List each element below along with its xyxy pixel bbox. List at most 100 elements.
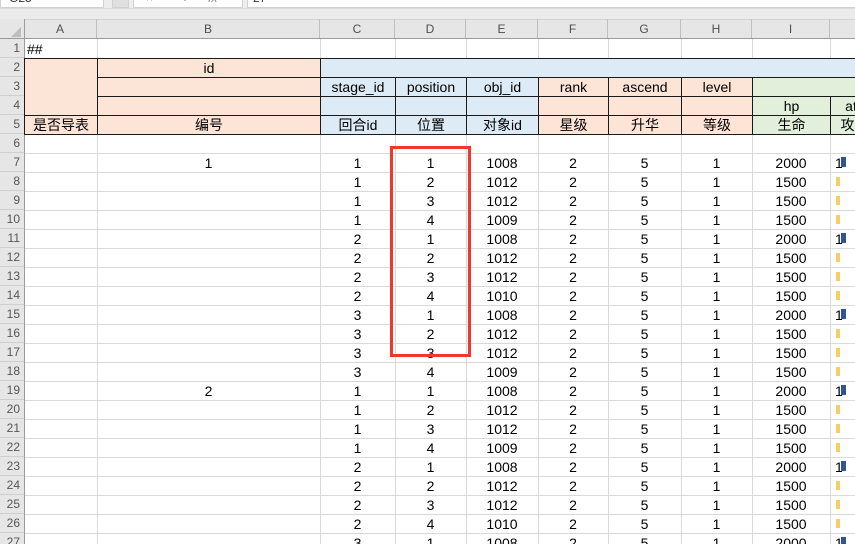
- cell-F10[interactable]: 2: [538, 210, 608, 229]
- cell-A2[interactable]: [24, 58, 98, 116]
- cell-H15[interactable]: 1: [681, 305, 752, 324]
- cell-B3[interactable]: [97, 77, 321, 97]
- cell-I22[interactable]: 1500: [752, 438, 830, 457]
- cell-G17[interactable]: 5: [608, 343, 681, 362]
- cell-F15[interactable]: 2: [538, 305, 608, 324]
- cell-H17[interactable]: 1: [681, 343, 752, 362]
- select-all-corner[interactable]: [0, 19, 24, 39]
- cell-H3[interactable]: level: [681, 77, 753, 97]
- cell-G22[interactable]: 5: [608, 438, 681, 457]
- cell-G4[interactable]: [608, 96, 682, 116]
- cell-I20[interactable]: 1500: [752, 400, 830, 419]
- cell-F26[interactable]: 2: [538, 514, 608, 533]
- cell-C18[interactable]: 3: [320, 362, 395, 381]
- cell-F27[interactable]: 2: [538, 533, 608, 544]
- cell-I13[interactable]: 1500: [752, 267, 830, 286]
- cell-H20[interactable]: 1: [681, 400, 752, 419]
- cell-G9[interactable]: 5: [608, 191, 681, 210]
- cell-H22[interactable]: 1: [681, 438, 752, 457]
- row-header-10[interactable]: 10: [0, 210, 24, 229]
- cell-F9[interactable]: 2: [538, 191, 608, 210]
- cell-I12[interactable]: 1500: [752, 248, 830, 267]
- row-header-8[interactable]: 8: [0, 172, 24, 191]
- cell-D25[interactable]: 3: [395, 495, 466, 514]
- cell-H16[interactable]: 1: [681, 324, 752, 343]
- cell-H24[interactable]: 1: [681, 476, 752, 495]
- cell-H4[interactable]: [681, 96, 753, 116]
- cell-D4[interactable]: [395, 96, 467, 116]
- row-header-7[interactable]: 7: [0, 153, 24, 172]
- cell-E15[interactable]: 1008: [466, 305, 538, 324]
- cell-H9[interactable]: 1: [681, 191, 752, 210]
- cell-C2-banner[interactable]: [320, 58, 855, 78]
- cell-H8[interactable]: 1: [681, 172, 752, 191]
- cell-F22[interactable]: 2: [538, 438, 608, 457]
- cell-H11[interactable]: 1: [681, 229, 752, 248]
- cell-G26[interactable]: 5: [608, 514, 681, 533]
- cell-H12[interactable]: 1: [681, 248, 752, 267]
- row-header-16[interactable]: 16: [0, 324, 24, 343]
- row-header-19[interactable]: 19: [0, 381, 24, 400]
- cell-H13[interactable]: 1: [681, 267, 752, 286]
- cell-G8[interactable]: 5: [608, 172, 681, 191]
- cell-D20[interactable]: 2: [395, 400, 466, 419]
- cell-H23[interactable]: 1: [681, 457, 752, 476]
- cell-D21[interactable]: 3: [395, 419, 466, 438]
- column-header-H[interactable]: H: [681, 19, 752, 39]
- cell-G25[interactable]: 5: [608, 495, 681, 514]
- cell-H7[interactable]: 1: [681, 153, 752, 172]
- cell-C5[interactable]: 回合id: [320, 115, 396, 135]
- column-header-F[interactable]: F: [538, 19, 608, 39]
- cell-H14[interactable]: 1: [681, 286, 752, 305]
- cell-F13[interactable]: 2: [538, 267, 608, 286]
- cell-H25[interactable]: 1: [681, 495, 752, 514]
- cell-G12[interactable]: 5: [608, 248, 681, 267]
- cell-E9[interactable]: 1012: [466, 191, 538, 210]
- formula-input[interactable]: 27: [247, 0, 855, 8]
- cell-F12[interactable]: 2: [538, 248, 608, 267]
- name-box[interactable]: G25: [0, 0, 104, 8]
- cell-G10[interactable]: 5: [608, 210, 681, 229]
- cell-G5[interactable]: 升华: [608, 115, 682, 135]
- row-header-13[interactable]: 13: [0, 267, 24, 286]
- cell-G24[interactable]: 5: [608, 476, 681, 495]
- cell-E22[interactable]: 1009: [466, 438, 538, 457]
- row-header-21[interactable]: 21: [0, 419, 24, 438]
- cell-F18[interactable]: 2: [538, 362, 608, 381]
- cell-D26[interactable]: 4: [395, 514, 466, 533]
- cell-I26[interactable]: 1500: [752, 514, 830, 533]
- row-header-18[interactable]: 18: [0, 362, 24, 381]
- cell-I5[interactable]: 生命: [752, 115, 831, 135]
- cell-E19[interactable]: 1008: [466, 381, 538, 400]
- cell-I9[interactable]: 1500: [752, 191, 830, 210]
- cell-G16[interactable]: 5: [608, 324, 681, 343]
- cell-H27[interactable]: 1: [681, 533, 752, 544]
- cell-E20[interactable]: 1012: [466, 400, 538, 419]
- cell-C19[interactable]: 1: [320, 381, 395, 400]
- cell-B2-id[interactable]: id: [97, 58, 321, 78]
- cell-C15[interactable]: 3: [320, 305, 395, 324]
- cell-E13[interactable]: 1012: [466, 267, 538, 286]
- cell-C17[interactable]: 3: [320, 343, 395, 362]
- cell-D23[interactable]: 1: [395, 457, 466, 476]
- cell-G27[interactable]: 5: [608, 533, 681, 544]
- cell-G15[interactable]: 5: [608, 305, 681, 324]
- cell-I17[interactable]: 1500: [752, 343, 830, 362]
- column-header-J[interactable]: [830, 19, 855, 39]
- cell-D24[interactable]: 2: [395, 476, 466, 495]
- confirm-icon[interactable]: ✓: [182, 0, 192, 4]
- cell-I18[interactable]: 1500: [752, 362, 830, 381]
- cell-G23[interactable]: 5: [608, 457, 681, 476]
- cell-F7[interactable]: 2: [538, 153, 608, 172]
- cell-D27[interactable]: 1: [395, 533, 466, 544]
- cell-I4[interactable]: hp: [752, 96, 831, 116]
- cell-C26[interactable]: 2: [320, 514, 395, 533]
- cell-C4[interactable]: [320, 96, 396, 116]
- row-header-24[interactable]: 24: [0, 476, 24, 495]
- cell-I3-merged[interactable]: [752, 77, 855, 97]
- cell-E24[interactable]: 1012: [466, 476, 538, 495]
- row-header-9[interactable]: 9: [0, 191, 24, 210]
- cell-I11[interactable]: 2000: [752, 229, 830, 248]
- row-header-3[interactable]: 3: [0, 77, 24, 96]
- cell-E26[interactable]: 1010: [466, 514, 538, 533]
